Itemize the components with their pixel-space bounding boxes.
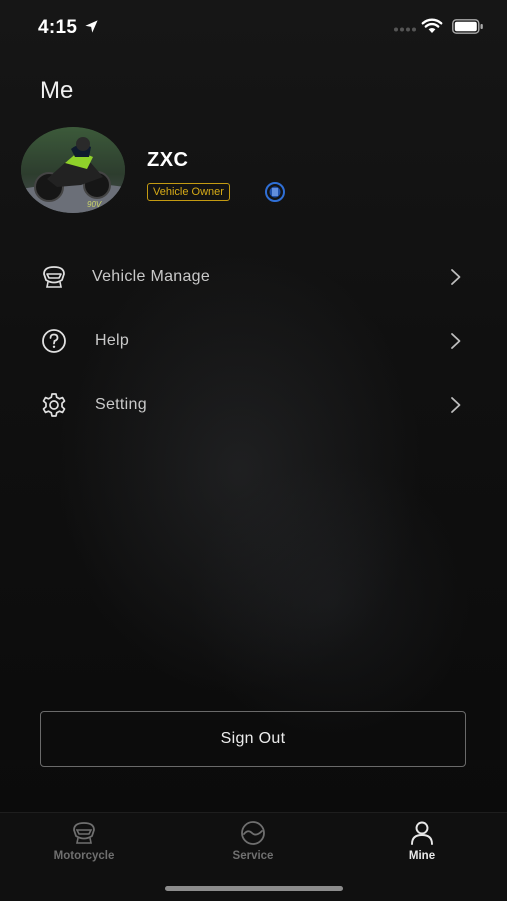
menu-item-setting[interactable]: Setting: [0, 374, 507, 434]
menu-item-vehicle-manage[interactable]: Vehicle Manage: [0, 246, 507, 306]
signal-dots-icon: [394, 27, 416, 32]
chevron-right-icon: [451, 333, 461, 349]
tab-motorcycle[interactable]: Motorcycle: [24, 819, 144, 873]
battery-icon: [452, 19, 483, 34]
profile-card: 90V ZXC Vehicle Owner: [21, 127, 481, 217]
gear-icon: [42, 393, 66, 417]
service-icon: [241, 821, 265, 845]
svg-text:90V: 90V: [87, 200, 102, 209]
motorcycle-icon: [73, 822, 95, 844]
tab-label: Mine: [408, 850, 436, 862]
tab-mine[interactable]: Mine: [362, 819, 482, 873]
member-badge-icon: [265, 182, 285, 202]
person-icon: [411, 821, 433, 845]
username: ZXC: [147, 149, 189, 171]
tab-label: Motorcycle: [53, 850, 115, 862]
sign-out-button[interactable]: Sign Out: [40, 711, 466, 767]
vehicle-owner-badge: Vehicle Owner: [147, 183, 230, 201]
menu-item-help[interactable]: Help: [0, 310, 507, 370]
menu-item-label: Setting: [95, 396, 147, 413]
status-time: 4:15: [38, 17, 78, 38]
menu-item-label: Vehicle Manage: [92, 268, 211, 285]
wifi-icon: [421, 18, 443, 33]
motorcycle-helmet-icon: [43, 266, 65, 288]
status-bar: 4:15: [0, 0, 507, 56]
menu-item-label: Help: [95, 332, 130, 349]
home-indicator: [165, 886, 343, 891]
chevron-right-icon: [451, 269, 461, 285]
chevron-right-icon: [451, 397, 461, 413]
page-title: Me: [40, 77, 74, 104]
location-arrow-icon: [85, 20, 98, 33]
help-icon: [42, 329, 66, 353]
avatar[interactable]: 90V: [21, 127, 125, 213]
tab-label: Service: [232, 850, 274, 862]
tab-service[interactable]: Service: [193, 819, 313, 873]
